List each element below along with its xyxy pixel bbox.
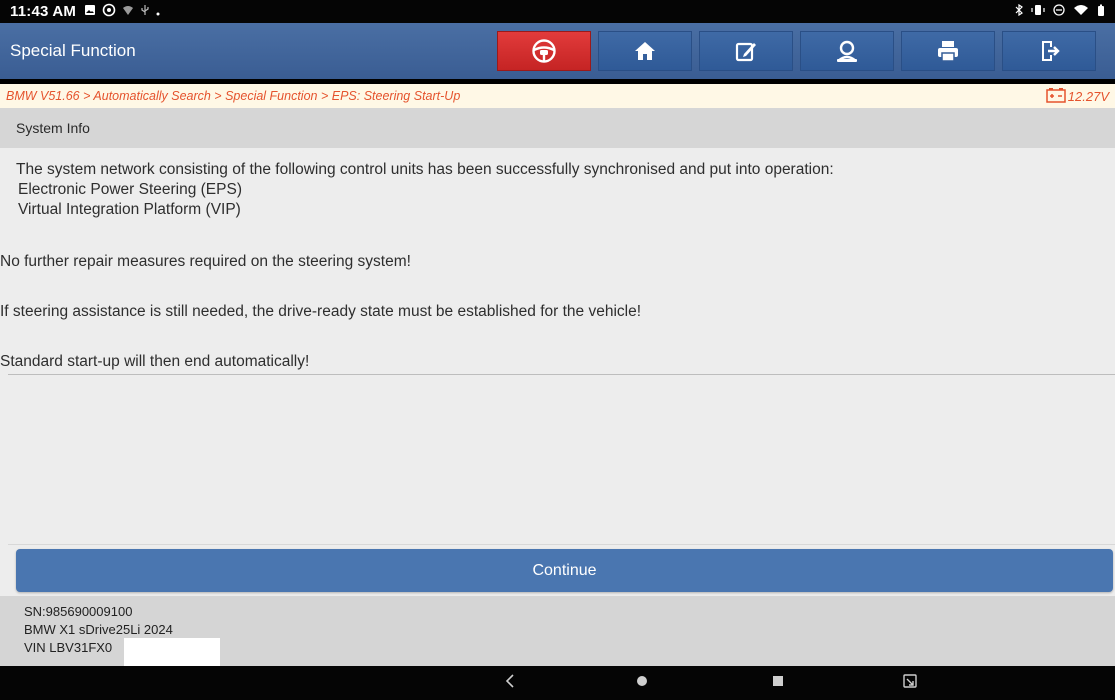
wifi-calling-icon (122, 4, 134, 19)
vin-redaction (124, 638, 220, 666)
edit-report-button[interactable] (699, 31, 793, 71)
vehicle-model: BMW X1 sDrive25Li 2024 (24, 622, 173, 637)
breadcrumb-path: BMW V51.66 > Automatically Search > Spec… (6, 89, 461, 103)
action-bar: Continue (0, 546, 1115, 596)
exit-button[interactable] (1002, 31, 1096, 71)
vibrate-icon (1031, 4, 1045, 19)
back-button[interactable] (495, 666, 525, 700)
status-left-icons (84, 3, 160, 20)
serial-number: SN:985690009100 (24, 604, 133, 619)
content-divider (8, 374, 1115, 375)
vehicle-info-footer: SN:985690009100 BMW X1 sDrive25Li 2024 V… (0, 596, 1115, 666)
bluetooth-icon (1015, 3, 1023, 19)
status-bar: 11:43 AM (0, 0, 1115, 23)
voltage-value: 12.27V (1067, 88, 1109, 104)
support-agent-icon (834, 39, 860, 63)
message-paragraph: No further repair measures required on t… (0, 253, 411, 270)
recents-icon (772, 674, 784, 692)
status-right-icons (1015, 3, 1105, 20)
battery-voltage: 12.27V (1046, 87, 1109, 106)
screenshot-button[interactable] (895, 666, 925, 700)
remote-help-button[interactable] (800, 31, 894, 71)
section-title: System Info (0, 108, 1115, 148)
gallery-icon (84, 4, 96, 19)
battery-icon (1097, 4, 1105, 20)
usb-icon (140, 4, 150, 19)
content-divider (8, 544, 1115, 545)
vehicle-diagnosis-button[interactable] (497, 31, 591, 71)
control-unit-item: Virtual Integration Platform (VIP) (18, 201, 241, 218)
dot-icon (156, 5, 160, 19)
recents-button[interactable] (763, 666, 793, 700)
printer-icon (936, 39, 960, 63)
page-title: Special Function (10, 41, 136, 60)
print-button[interactable] (901, 31, 995, 71)
status-time: 11:43 AM (10, 3, 77, 20)
content-panel: System Info The system network consistin… (0, 108, 1115, 546)
car-battery-icon (1046, 87, 1066, 106)
breadcrumb: BMW V51.66 > Automatically Search > Spec… (0, 84, 1115, 108)
home-button[interactable] (598, 31, 692, 71)
continue-button[interactable]: Continue (16, 549, 1113, 592)
title-bar: Special Function (0, 23, 1115, 79)
message-paragraph: If steering assistance is still needed, … (0, 303, 642, 320)
message-intro: The system network consisting of the fol… (16, 161, 834, 178)
settings-icon (102, 3, 116, 20)
home-icon (633, 39, 657, 63)
screenshot-icon (903, 673, 917, 693)
dnd-icon (1053, 4, 1065, 19)
control-unit-item: Electronic Power Steering (EPS) (18, 181, 242, 198)
steering-wheel-icon (531, 38, 557, 64)
back-icon (505, 673, 515, 693)
home-nav-button[interactable] (627, 666, 657, 700)
edit-icon (734, 39, 758, 63)
exit-icon (1037, 39, 1061, 63)
wifi-icon (1073, 4, 1089, 19)
home-circle-icon (636, 674, 648, 692)
message-paragraph: Standard start-up will then end automati… (0, 353, 310, 370)
system-nav-bar (0, 666, 1115, 700)
system-info-message: The system network consisting of the fol… (0, 160, 1099, 372)
